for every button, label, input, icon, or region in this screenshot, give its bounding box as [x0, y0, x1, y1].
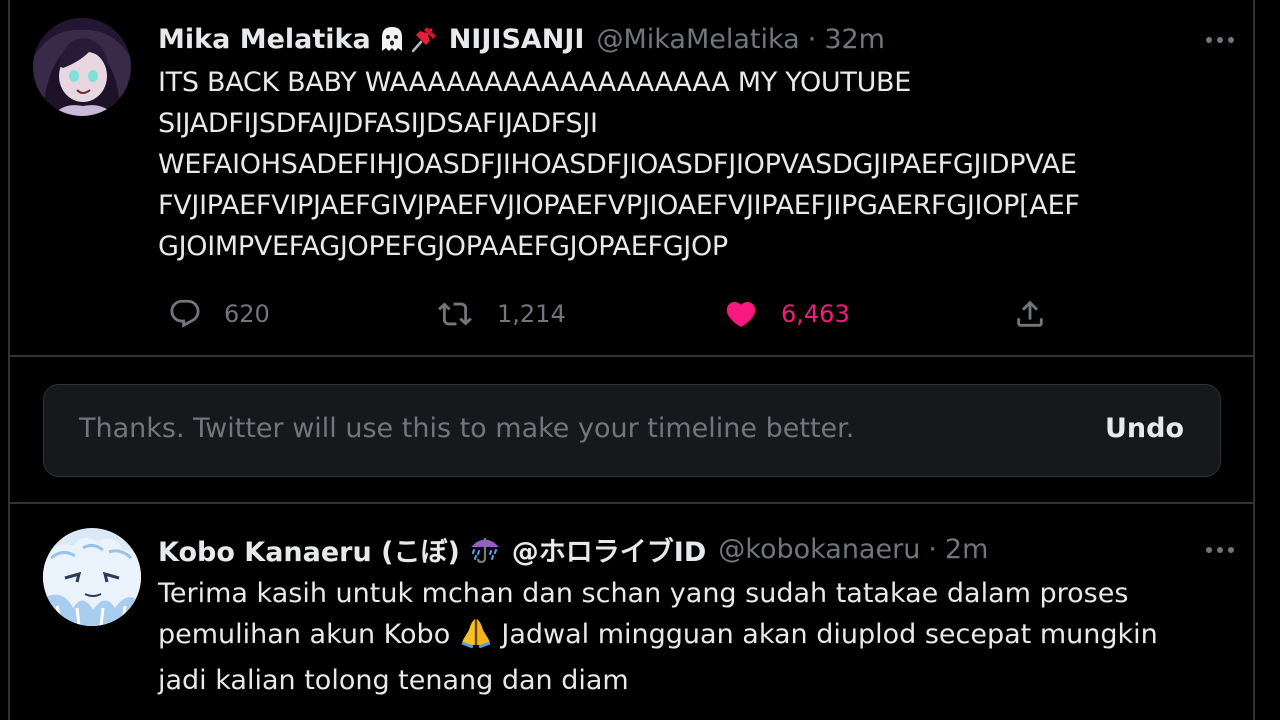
author-affiliation: NIJISANJI — [448, 23, 585, 55]
undo-button[interactable]: Undo — [1105, 413, 1184, 444]
reply-icon — [168, 297, 202, 331]
pushpin-icon — [409, 24, 439, 54]
reply-button[interactable]: 620 — [168, 290, 270, 338]
timeline: Mika Melatika NIJISANJI @MikaMelatika · … — [0, 0, 1280, 720]
folded-hands-icon — [459, 616, 493, 660]
ghost-icon — [379, 25, 405, 53]
more-icon — [1205, 36, 1235, 44]
more-icon — [1205, 546, 1235, 554]
separator-dot: · — [807, 23, 817, 55]
more-options-button[interactable] — [1200, 530, 1240, 570]
feedback-notice: Thanks. Twitter will use this to make yo… — [43, 384, 1221, 477]
tweet-actions: 620 1,214 6,463 — [10, 290, 1253, 338]
reply-count: 620 — [224, 300, 270, 328]
share-button[interactable] — [1013, 290, 1047, 338]
author-affiliation: @ホロライブID — [511, 536, 707, 568]
share-icon — [1013, 297, 1047, 331]
tweet-header: Mika Melatika NIJISANJI @MikaMelatika · … — [158, 19, 885, 59]
tweet-text: Terima kasih untuk mchan dan schan yang … — [158, 573, 1228, 701]
column-border-right — [1253, 0, 1255, 720]
retweet-icon — [435, 297, 475, 331]
avatar[interactable] — [43, 528, 141, 626]
tweet-timestamp[interactable]: 32m — [824, 24, 885, 55]
umbrella-rain-icon — [468, 534, 502, 564]
notice-message: Thanks. Twitter will use this to make yo… — [79, 413, 855, 444]
tweet-timestamp[interactable]: 2m — [945, 534, 988, 565]
avatar[interactable] — [33, 18, 131, 116]
tweet-header: Kobo Kanaeru (こぼ) @ホロライブID @kobokanaeru … — [158, 529, 988, 569]
retweet-count: 1,214 — [497, 300, 566, 328]
author-handle[interactable]: @MikaMelatika — [596, 24, 799, 55]
like-button[interactable]: 6,463 — [723, 290, 850, 338]
author-name[interactable]: Kobo Kanaeru (こぼ) — [158, 530, 460, 569]
author-name[interactable]: Mika Melatika — [158, 24, 371, 55]
heart-filled-icon — [723, 297, 759, 331]
like-count: 6,463 — [781, 300, 850, 328]
retweet-button[interactable]: 1,214 — [435, 290, 566, 338]
more-options-button[interactable] — [1200, 20, 1240, 60]
author-handle[interactable]: @kobokanaeru — [718, 534, 920, 565]
separator-dot: · — [928, 533, 937, 565]
tweet-text: ITS BACK BABY WAAAAAAAAAAAAAAAAAA MY YOU… — [158, 67, 1080, 262]
